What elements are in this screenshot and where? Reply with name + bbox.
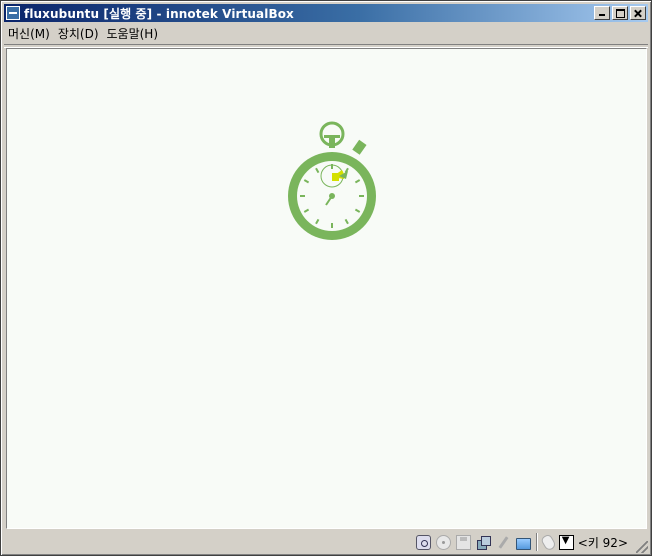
floppy-icon[interactable] <box>455 534 471 550</box>
menu-machine[interactable]: 머신(M) <box>4 25 54 42</box>
mouse-integration-icon[interactable] <box>539 532 557 552</box>
status-separator <box>535 533 538 551</box>
menu-devices[interactable]: 장치(D) <box>54 25 103 42</box>
cd-icon[interactable] <box>435 534 451 550</box>
usb-icon[interactable] <box>496 535 511 550</box>
close-button[interactable] <box>630 6 646 20</box>
resize-grip[interactable] <box>636 541 648 553</box>
vm-display[interactable] <box>6 48 647 529</box>
menu-bar: 머신(M) 장치(D) 도움말(H) <box>4 23 162 43</box>
hard-disk-icon[interactable] <box>415 534 431 550</box>
virtualbox-window: fluxubuntu [실행 중] - innotek VirtualBox 머… <box>0 0 652 556</box>
network-icon[interactable] <box>476 535 491 550</box>
menu-help[interactable]: 도움말(H) <box>103 25 163 42</box>
maximize-button[interactable] <box>612 6 628 20</box>
host-key-label: <키 92> <box>577 535 628 550</box>
window-title: fluxubuntu [실행 중] - innotek VirtualBox <box>24 6 294 21</box>
host-key-capture-icon[interactable] <box>558 534 574 550</box>
virtualbox-app-icon[interactable] <box>6 6 20 20</box>
minimize-button[interactable] <box>594 6 610 20</box>
stopwatch-icon <box>288 121 376 240</box>
window-controls <box>592 6 646 20</box>
shared-folder-icon[interactable] <box>515 537 531 550</box>
status-bar: <키 92> <box>4 530 648 554</box>
title-bar[interactable]: fluxubuntu [실행 중] - innotek VirtualBox <box>4 4 648 22</box>
